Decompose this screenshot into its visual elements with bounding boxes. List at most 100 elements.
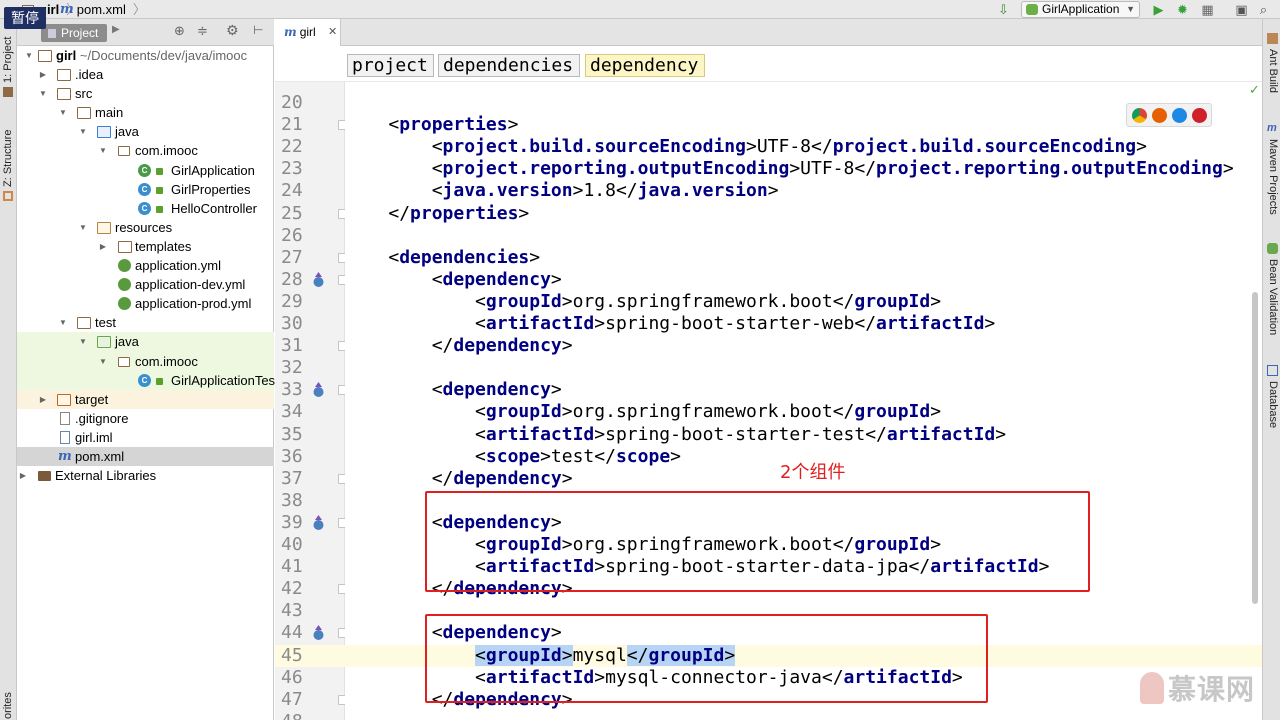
tree-item-main[interactable]: ▼ main — [17, 103, 274, 122]
code-line[interactable]: <groupId>org.springframework.boot</group… — [345, 291, 1262, 313]
tree-item-girl[interactable]: ▼ girl ~/Documents/dev/java/imooc — [17, 46, 274, 65]
build-icon[interactable]: ⇩ — [996, 2, 1011, 17]
line-number-text: 21 — [281, 114, 303, 136]
code-line[interactable]: <project.reporting.outputEncoding>UTF-8<… — [345, 158, 1262, 180]
chevron-right-icon[interactable]: ▶ — [17, 466, 29, 485]
chevron-down-icon[interactable]: ▼ — [23, 46, 35, 65]
chevron-down-icon[interactable]: ▼ — [57, 103, 69, 122]
chevron-down-icon[interactable]: ▼ — [97, 352, 109, 371]
chevron-down-icon[interactable]: ▼ — [97, 141, 109, 160]
tree-item-label: HelloController — [171, 200, 257, 216]
overriding-icon[interactable] — [312, 625, 325, 641]
code-line[interactable]: </dependency> — [345, 335, 1262, 357]
code-line[interactable] — [345, 711, 1262, 720]
nav-crumb-file[interactable]: m pom.xml 〉 — [60, 1, 146, 18]
chevron-down-icon[interactable]: ▼ — [37, 84, 49, 103]
code-line[interactable] — [345, 225, 1262, 247]
tree-item-girl-iml[interactable]: girl.iml — [17, 428, 274, 447]
tree-item-application-dev-yml[interactable]: application-dev.yml — [17, 275, 274, 294]
hide-panel-icon[interactable]: ⊢ — [253, 23, 263, 37]
tree-item-path: ~/Documents/dev/java/imooc — [79, 48, 248, 63]
tree-item-label: pom.xml — [75, 448, 125, 464]
chevron-right-icon[interactable]: ▶ — [37, 390, 49, 409]
overriding-icon[interactable] — [312, 514, 325, 531]
code-line[interactable]: <dependency> — [345, 269, 1262, 291]
breadcrumb-dependency[interactable]: dependency — [585, 54, 705, 77]
tree-item-application-prod-yml[interactable]: application-prod.yml — [17, 294, 274, 313]
tree-item-src[interactable]: ▼ src — [17, 84, 274, 103]
maven-projects-tab[interactable]: Maven Projects — [1267, 139, 1279, 215]
chevron-down-icon[interactable]: ▼ — [77, 122, 89, 141]
tree-item-external-libraries[interactable]: ▶ External Libraries — [17, 466, 274, 485]
sync-icon[interactable]: ⊕ — [174, 23, 185, 39]
favorites-tool-tab[interactable]: orites — [2, 692, 14, 719]
code-line[interactable]: <artifactId>spring-boot-starter-web</art… — [345, 313, 1262, 335]
tree-item-pom-xml[interactable]: m pom.xml — [17, 446, 274, 467]
editor-scrollbar[interactable] — [1252, 292, 1258, 604]
tree-item-girl-application-tests[interactable]: C GirlApplicationTests — [17, 370, 285, 390]
run-configuration-select[interactable]: GirlApplication ▼ — [1021, 1, 1140, 18]
collapse-all-icon[interactable]: ≑ — [197, 23, 208, 39]
code-line[interactable] — [345, 92, 1262, 114]
project-view-select[interactable]: Project — [41, 24, 107, 42]
chevron-right-icon[interactable]: ▶ — [97, 237, 109, 256]
tree-item-hello-controller[interactable]: C HelloController — [17, 199, 274, 218]
chevron-right-icon[interactable]: ▶ — [37, 65, 49, 84]
tree-item-girl-application[interactable]: C GirlApplication — [17, 161, 274, 180]
database-tab[interactable]: Database — [1267, 381, 1279, 428]
chevron-down-icon[interactable]: ▼ — [57, 313, 69, 332]
code-line[interactable]: <groupId>org.springframework.boot</group… — [345, 401, 1262, 423]
inspection-ok-icon: ✓ — [1249, 82, 1260, 97]
tree-item-application-yml[interactable]: application.yml — [17, 256, 274, 275]
coverage-icon[interactable]: ▦ — [1200, 2, 1215, 17]
tree-item-java-main[interactable]: ▼ java — [17, 122, 274, 141]
code-line[interactable]: <dependency> — [345, 379, 1262, 401]
gear-icon[interactable]: ⚙ — [226, 22, 239, 39]
bean-validation-tab[interactable]: Bean Validation — [1267, 259, 1279, 335]
ant-build-tab[interactable]: Ant Build — [1267, 49, 1279, 93]
tree-item-test[interactable]: ▼ test — [17, 313, 274, 332]
code-line[interactable]: <properties> — [345, 114, 1262, 136]
tree-item-test-package[interactable]: ▼ com.imooc — [17, 351, 274, 371]
tab-pom-xml[interactable]: m girl ✕ — [275, 19, 341, 46]
line-number: 29 — [275, 291, 345, 313]
pause-overlay[interactable]: 暂停 — [4, 7, 46, 29]
code-line[interactable]: <artifactId>spring-boot-starter-test</ar… — [345, 424, 1262, 446]
tree-item-idea[interactable]: ▶ .idea — [17, 65, 274, 84]
overriding-icon[interactable] — [312, 271, 325, 288]
debug-icon[interactable]: ✹ — [1175, 2, 1190, 17]
chevron-down-icon[interactable]: ▼ — [77, 218, 89, 237]
close-icon[interactable]: ✕ — [328, 19, 337, 46]
code-line[interactable] — [345, 357, 1262, 379]
tree-item-templates[interactable]: ▶ templates — [17, 237, 274, 256]
breadcrumb-dependencies[interactable]: dependencies — [438, 54, 580, 77]
tree-item-gitignore[interactable]: .gitignore — [17, 409, 274, 428]
tree-item-label: src — [75, 86, 93, 102]
safari-icon[interactable] — [1172, 108, 1187, 123]
structure-tool-tab[interactable]: Z: Structure — [2, 130, 14, 187]
folder-icon — [77, 317, 91, 330]
firefox-icon[interactable] — [1152, 108, 1167, 123]
overriding-icon[interactable] — [312, 382, 325, 398]
tree-item-girl-properties[interactable]: C GirlProperties — [17, 180, 274, 199]
breadcrumb-project[interactable]: project — [347, 54, 434, 77]
tree-item-label: GirlApplication — [171, 162, 255, 178]
code-line[interactable]: </properties> — [345, 203, 1262, 225]
project-structure-icon[interactable]: ▣ — [1234, 2, 1249, 17]
code-line[interactable]: <java.version>1.8</java.version> — [345, 180, 1262, 202]
run-icon[interactable]: ▶ — [1151, 2, 1166, 17]
project-tool-tab[interactable]: 1: Project — [2, 37, 14, 83]
chevron-right-icon[interactable]: ▶ — [112, 24, 120, 35]
project-tool-icon — [3, 87, 13, 97]
chevron-down-icon[interactable]: ▼ — [77, 332, 89, 351]
tree-item-package[interactable]: ▼ com.imooc — [17, 141, 274, 160]
tree-item-resources[interactable]: ▼ resources — [17, 218, 274, 237]
chrome-icon[interactable] — [1132, 108, 1147, 123]
spring-boot-icon — [1026, 4, 1038, 15]
code-line[interactable]: <project.build.sourceEncoding>UTF-8</pro… — [345, 136, 1262, 158]
tree-item-java-test[interactable]: ▼ java — [17, 332, 274, 352]
opera-icon[interactable] — [1192, 108, 1207, 123]
search-everywhere-icon[interactable]: ⌕ — [1256, 2, 1271, 17]
tree-item-target[interactable]: ▶ target — [17, 389, 274, 409]
code-line[interactable]: <dependencies> — [345, 247, 1262, 269]
